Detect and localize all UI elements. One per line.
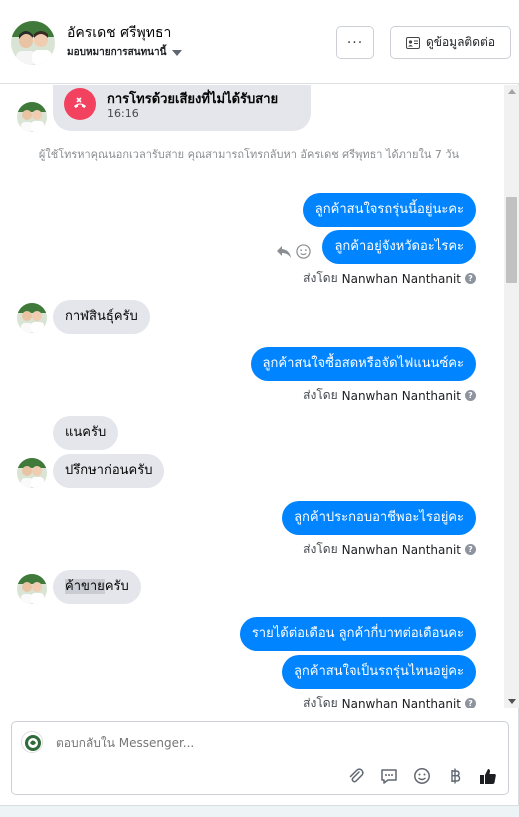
sent-by-prefix: ส่งโดย xyxy=(303,388,338,402)
sent-by-line: ส่งโดย Nanwhan Nanthanit ? xyxy=(303,540,476,559)
conversation-panel: อัครเดช ศรีพุทธา มอบหมายการสนทนานี้ ··· … xyxy=(0,0,519,806)
smiley-icon[interactable] xyxy=(296,244,311,259)
scroll-down-arrow-icon[interactable] xyxy=(508,699,516,704)
sender-avatar xyxy=(17,102,47,132)
sent-by-name: Nanwhan Nanthanit xyxy=(341,271,461,286)
scroll-up-arrow-icon[interactable] xyxy=(508,89,516,94)
message-incoming[interactable]: แนครับ xyxy=(53,416,119,450)
help-icon[interactable]: ? xyxy=(465,273,476,284)
message-outgoing[interactable]: ลูกค้าประกอบอาชีพอะไรอยู่คะ xyxy=(282,501,476,535)
help-icon[interactable]: ? xyxy=(465,390,476,401)
selected-text: ค้าขาย xyxy=(65,579,105,594)
message-outgoing[interactable]: รายได้ต่อเดือน ลูกค้ากี่บาทต่อเดือนคะ xyxy=(239,617,476,651)
message-scrollbar[interactable] xyxy=(504,85,519,708)
saved-reply-icon xyxy=(381,769,397,784)
contact-card-icon xyxy=(405,36,420,49)
reply-icon[interactable] xyxy=(276,245,292,259)
view-contact-button[interactable]: ดูข้อมูลติดต่อ xyxy=(390,26,511,59)
help-icon[interactable]: ? xyxy=(465,698,476,708)
like-button[interactable] xyxy=(478,766,498,786)
more-options-button[interactable]: ··· xyxy=(336,26,374,59)
message-composer xyxy=(11,721,509,795)
message-outgoing[interactable]: ลูกค้าอยู่จังหวัดอะไรคะ xyxy=(322,230,476,264)
sent-by-name: Nanwhan Nanthanit xyxy=(341,696,461,709)
payment-button[interactable] xyxy=(445,766,465,786)
message-incoming[interactable]: ค้าขายครับ xyxy=(53,570,141,604)
message-outgoing[interactable]: ลูกค้าสนใจเป็นรถรุ่นไหนอยู่คะ xyxy=(281,655,476,689)
caret-down-icon xyxy=(172,49,183,56)
page-avatar xyxy=(21,731,43,753)
emoji-button[interactable] xyxy=(412,766,432,786)
sender-avatar xyxy=(17,574,47,604)
composer-toolbar xyxy=(346,766,498,786)
missed-call-icon xyxy=(64,88,96,120)
missed-call-notice: ผู้ใช้โทรหาคุณนอกเวลารับสาย คุณสามารถโทร… xyxy=(38,148,460,161)
sent-by-name: Nanwhan Nanthanit xyxy=(341,542,461,557)
attach-button[interactable] xyxy=(346,766,366,786)
scroll-thumb[interactable] xyxy=(506,197,517,283)
thumbs-up-icon xyxy=(480,769,496,784)
message-actions xyxy=(276,244,311,259)
contact-name: อัครเดช ศรีพุทธา xyxy=(67,25,172,41)
conversation-header: อัครเดช ศรีพุทธา มอบหมายการสนทนานี้ ··· … xyxy=(0,0,519,84)
message-incoming[interactable]: ปรึกษาก่อนครับ xyxy=(53,454,165,488)
more-icon: ··· xyxy=(346,34,364,51)
help-icon[interactable]: ? xyxy=(465,544,476,555)
emoji-icon xyxy=(414,768,430,784)
call-time: 16:16 xyxy=(107,107,139,120)
sent-by-prefix: ส่งโดย xyxy=(303,542,338,556)
missed-call-card[interactable]: การโทรด้วยเสียงที่ไม่ได้รับสาย 16:16 xyxy=(53,85,311,131)
saved-reply-button[interactable] xyxy=(379,766,399,786)
contact-avatar[interactable] xyxy=(11,21,55,65)
sender-avatar xyxy=(17,458,47,488)
reply-input[interactable] xyxy=(56,736,356,750)
message-list[interactable]: การโทรด้วยเสียงที่ไม่ได้รับสาย 16:16 ผู้… xyxy=(0,85,504,708)
sent-by-name: Nanwhan Nanthanit xyxy=(341,388,461,403)
baht-icon xyxy=(451,768,461,784)
sender-avatar xyxy=(17,303,47,333)
assign-label: มอบหมายการสนทนานี้ xyxy=(67,47,167,58)
assign-conversation-dropdown[interactable]: มอบหมายการสนทนานี้ xyxy=(67,45,183,60)
message-text: ครับ xyxy=(104,579,129,594)
sent-by-line: ส่งโดย Nanwhan Nanthanit ? xyxy=(303,386,476,405)
message-outgoing[interactable]: ลูกค้าสนใจรถรุ่นนี้อยู่นะคะ xyxy=(302,193,476,227)
sent-by-line: ส่งโดย Nanwhan Nanthanit ? xyxy=(303,694,476,708)
message-outgoing[interactable]: ลูกค้าสนใจซื้อสดหรือจัดไฟแนนซ์คะ xyxy=(250,347,476,381)
paperclip-icon xyxy=(349,768,364,783)
view-contact-label: ดูข้อมูลติดต่อ xyxy=(425,35,496,49)
sent-by-line: ส่งโดย Nanwhan Nanthanit ? xyxy=(303,269,476,288)
sent-by-prefix: ส่งโดย xyxy=(303,696,338,708)
message-incoming[interactable]: กาฬสินธุ์ครับ xyxy=(53,300,150,334)
sent-by-prefix: ส่งโดย xyxy=(303,271,338,285)
page-footer-strip xyxy=(0,806,519,817)
call-title: การโทรด้วยเสียงที่ไม่ได้รับสาย xyxy=(107,92,279,107)
